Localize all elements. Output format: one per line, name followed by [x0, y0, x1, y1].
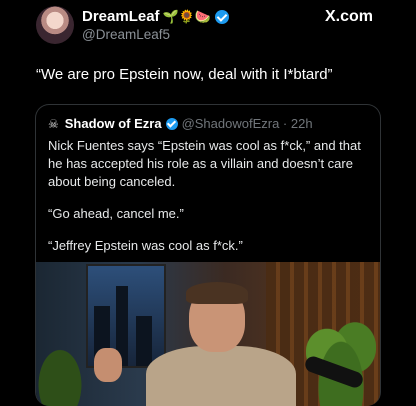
- quoted-paragraph: “Jeffrey Epstein was cool as f*ck.”: [48, 238, 243, 253]
- x-watermark: X.com: [324, 8, 373, 25]
- quoted-paragraph: Nick Fuentes says “Epstein was cool as f…: [48, 138, 361, 189]
- author-emojis: 🌱🌻🍉: [162, 9, 212, 24]
- quoted-tweet-header: ☠ Shadow of Ezra @ShadowofEzra · 22h: [48, 116, 313, 131]
- person-hair: [186, 282, 248, 304]
- person-body: [146, 346, 296, 406]
- quoted-tweet[interactable]: ☠ Shadow of Ezra @ShadowofEzra · 22h Nic…: [35, 104, 381, 406]
- author-handle[interactable]: @DreamLeaf5: [82, 27, 170, 42]
- avatar[interactable]: [36, 6, 74, 44]
- quoted-author-name[interactable]: Shadow of Ezra: [65, 116, 162, 131]
- plant-left: [36, 336, 90, 406]
- quoted-verified-badge-icon: [165, 117, 178, 130]
- verified-badge-icon: [215, 9, 230, 24]
- quoted-handle-time: @ShadowofEzra · 22h: [181, 116, 313, 131]
- person-hand: [94, 348, 122, 382]
- skull-icon: ☠: [48, 116, 59, 131]
- quoted-paragraph: “Go ahead, cancel me.”: [48, 206, 184, 221]
- quoted-tweet-body: Nick Fuentes says “Epstein was cool as f…: [48, 137, 373, 269]
- quoted-video-still[interactable]: [36, 262, 380, 406]
- author-name[interactable]: DreamLeaf: [82, 8, 160, 25]
- author-name-row[interactable]: DreamLeaf 🌱🌻🍉: [82, 8, 230, 25]
- tweet-text: “We are pro Epstein now, deal with it I*…: [36, 66, 333, 83]
